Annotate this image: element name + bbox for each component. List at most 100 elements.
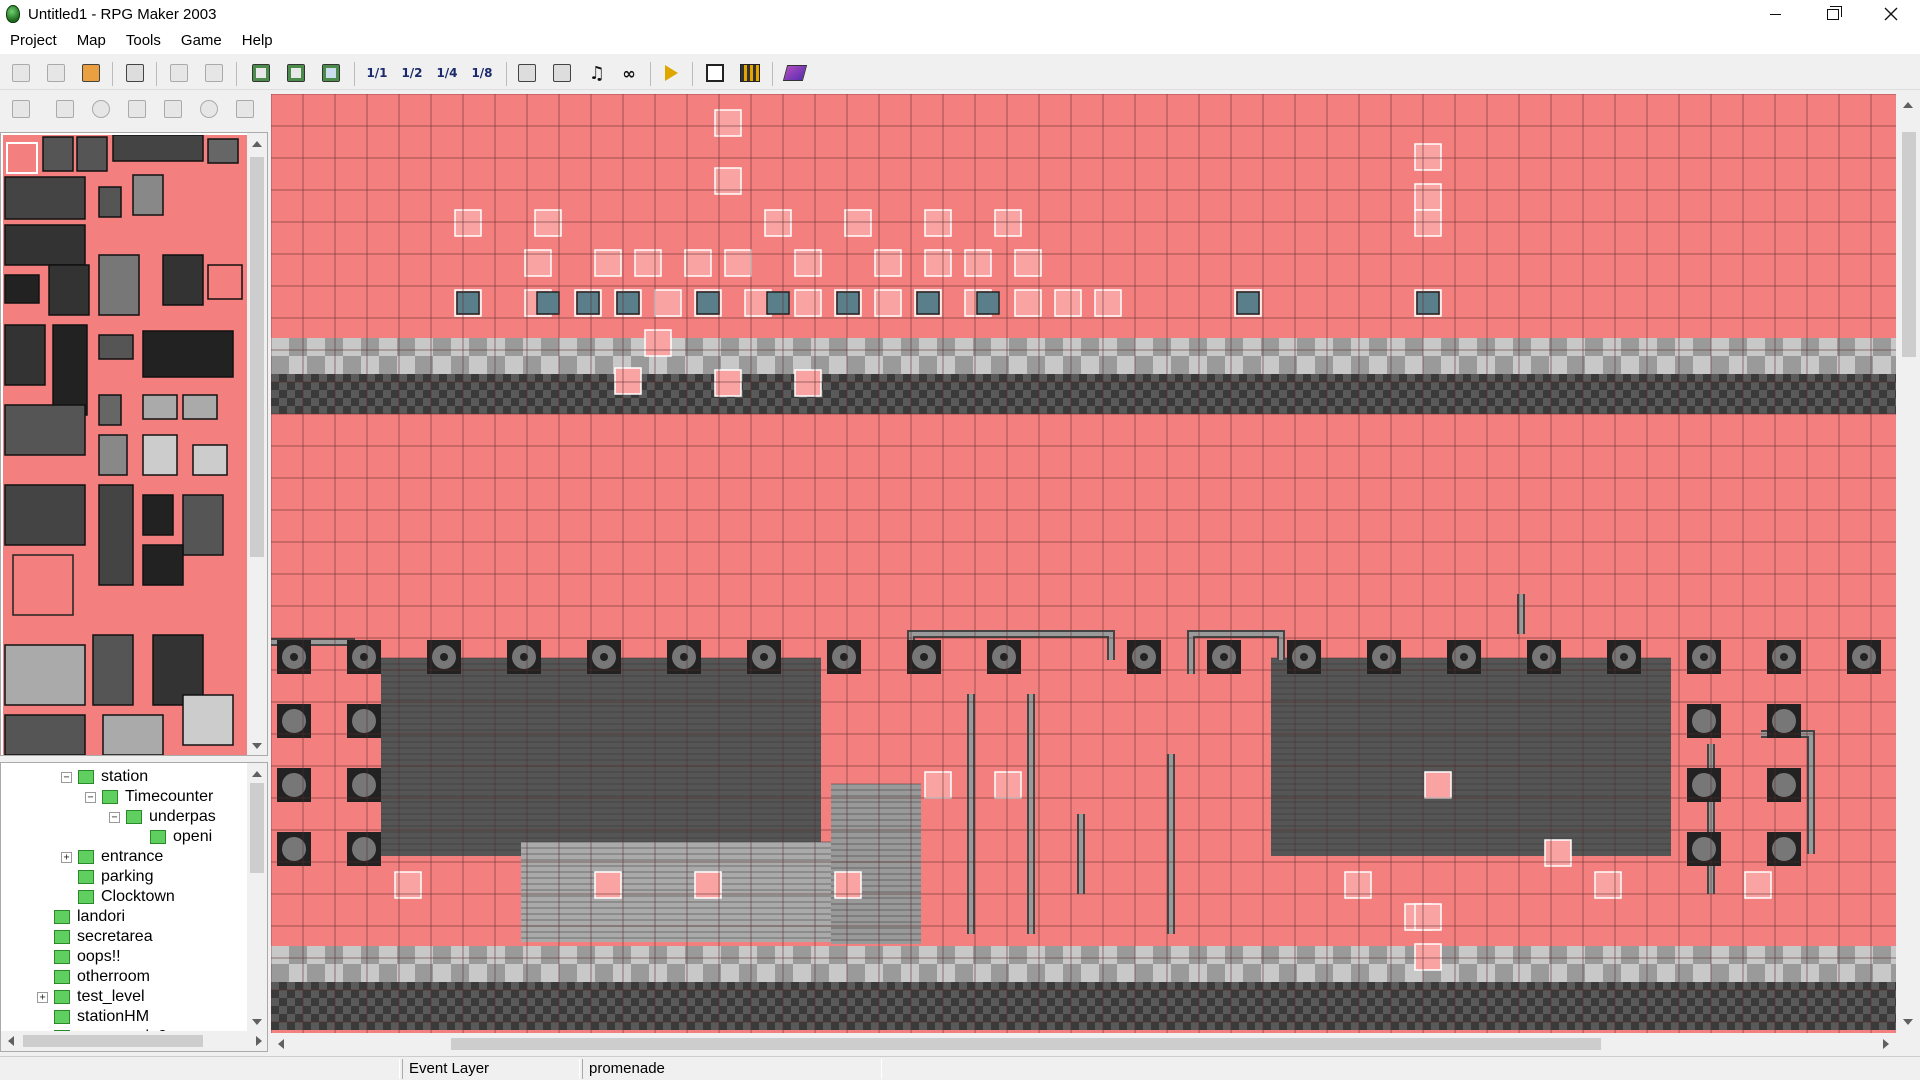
- scroll-left-arrow-icon[interactable]: [278, 1039, 284, 1049]
- menu-help[interactable]: Help: [232, 28, 283, 54]
- database-button[interactable]: [514, 60, 540, 86]
- tree-item-otherroom[interactable]: otherroom: [37, 967, 150, 987]
- tree-item-station[interactable]: − station: [61, 767, 148, 787]
- show-title-button[interactable]: [737, 60, 763, 86]
- search-event-button[interactable]: ∞: [616, 60, 642, 86]
- collapse-icon[interactable]: −: [109, 811, 120, 823]
- pencil-tool-button[interactable]: [124, 96, 150, 122]
- menu-project[interactable]: Project: [0, 28, 67, 54]
- tree-item-timecounter[interactable]: − Timecounter: [85, 787, 213, 807]
- palette-scroll-thumb[interactable]: [250, 157, 264, 557]
- circle-tool-button[interactable]: [196, 96, 222, 122]
- menu-game[interactable]: Game: [171, 28, 232, 54]
- walkway-tile: [887, 998, 895, 1006]
- walkway-tile: [1261, 946, 1279, 964]
- lower-layer-button[interactable]: [248, 60, 274, 86]
- walkway-tile: [1551, 1006, 1559, 1014]
- tree-horizontal-scrollbar[interactable]: [1, 1031, 267, 1051]
- material-button[interactable]: [549, 60, 575, 86]
- walkway-tile: [367, 990, 375, 998]
- select-tool-button[interactable]: [52, 96, 78, 122]
- tree-item-clocktown[interactable]: Clocktown: [61, 887, 175, 907]
- map-tree[interactable]: − station − Timecounter − underpas openi + entra…: [0, 762, 268, 1052]
- scroll-left-arrow-icon[interactable]: [8, 1036, 14, 1046]
- tree-vertical-scrollbar[interactable]: [247, 763, 267, 1033]
- fullscreen-button[interactable]: [702, 60, 728, 86]
- rectangle-tool-button[interactable]: [160, 96, 186, 122]
- map-horizontal-scrollbar[interactable]: [271, 1034, 1896, 1054]
- map-vertical-scrollbar[interactable]: [1898, 94, 1920, 1033]
- zoom-1-4-button[interactable]: 1/4: [434, 60, 460, 86]
- tree-item-test-level[interactable]: + test_level: [37, 987, 145, 1007]
- scroll-down-arrow-icon[interactable]: [1903, 1019, 1913, 1025]
- tree-item-stationhm[interactable]: stationHM: [37, 1007, 149, 1027]
- help-book-button[interactable]: [782, 60, 808, 86]
- tree-item-parking[interactable]: parking: [61, 867, 153, 887]
- upper-layer-button[interactable]: [283, 60, 309, 86]
- open-project-button[interactable]: [43, 60, 69, 86]
- map-hscroll-thumb[interactable]: [451, 1038, 1601, 1050]
- walkway-tile: [559, 390, 567, 398]
- zoom-1-2-button[interactable]: 1/2: [399, 60, 425, 86]
- tree-item-underpas[interactable]: − underpas: [109, 807, 216, 827]
- scroll-down-arrow-icon[interactable]: [252, 1019, 262, 1025]
- undo-button[interactable]: [201, 60, 227, 86]
- tree-item-secretarea[interactable]: secretarea: [37, 927, 153, 947]
- save-button[interactable]: [122, 60, 148, 86]
- tree-hscroll-thumb[interactable]: [23, 1035, 203, 1047]
- palette-scrollbar[interactable]: [247, 133, 267, 755]
- menu-tools[interactable]: Tools: [116, 28, 171, 54]
- zoom-1-8-button[interactable]: 1/8: [469, 60, 495, 86]
- scroll-down-arrow-icon[interactable]: [252, 743, 262, 749]
- walkway-tile: [591, 382, 599, 390]
- walkway-tile: [1279, 998, 1287, 1006]
- tree-item-oops-[interactable]: oops!!: [37, 947, 121, 967]
- walkway-tile: [1007, 390, 1015, 398]
- walkway-tile: [823, 406, 831, 414]
- scroll-right-arrow-icon[interactable]: [1883, 1039, 1889, 1049]
- scroll-up-arrow-icon[interactable]: [252, 141, 262, 147]
- event-layer-button[interactable]: [318, 60, 344, 86]
- music-button[interactable]: ♫: [584, 60, 610, 86]
- new-project-button[interactable]: [8, 60, 34, 86]
- undo-draw-button[interactable]: [8, 96, 34, 122]
- walkway-tile: [1127, 398, 1135, 406]
- tree-item-landori[interactable]: landori: [37, 907, 125, 927]
- walkway-tile: [903, 990, 911, 998]
- restore-button[interactable]: [1804, 0, 1862, 28]
- collapse-icon[interactable]: −: [85, 791, 96, 803]
- fill-tool-button[interactable]: [232, 96, 258, 122]
- collapse-icon[interactable]: −: [61, 771, 72, 783]
- close-button[interactable]: [1862, 0, 1920, 28]
- minimize-button[interactable]: [1746, 0, 1804, 28]
- tree-item-openi[interactable]: openi: [133, 827, 212, 847]
- map-canvas[interactable]: [271, 94, 1896, 1033]
- walkway-tile: [1303, 998, 1311, 1006]
- map-vscroll-thumb[interactable]: [1902, 132, 1916, 357]
- zoom-tool-button[interactable]: [88, 96, 114, 122]
- scroll-up-arrow-icon[interactable]: [1903, 102, 1913, 108]
- walkway-tile: [1215, 1022, 1223, 1030]
- tree-item-entrance[interactable]: + entrance: [61, 847, 163, 867]
- walkway-tile: [1143, 382, 1151, 390]
- zoom-1-1-button[interactable]: 1/1: [364, 60, 390, 86]
- walkway-tile: [1081, 946, 1099, 964]
- playtest-button[interactable]: [658, 60, 684, 86]
- tree-item-label: parking: [101, 868, 154, 885]
- walkway-tile: [1455, 1022, 1463, 1030]
- walkway-tile: [959, 982, 967, 990]
- expand-icon[interactable]: +: [37, 991, 48, 1003]
- menu-map[interactable]: Map: [67, 28, 116, 54]
- walkway-tile: [1495, 990, 1503, 998]
- tileset-grid[interactable]: [3, 135, 247, 755]
- tree-scroll-thumb[interactable]: [250, 783, 264, 873]
- walkway-tile: [783, 1006, 791, 1014]
- expand-icon[interactable]: +: [61, 851, 72, 863]
- cut-button[interactable]: [166, 60, 192, 86]
- close-project-button[interactable]: [78, 60, 104, 86]
- event-marker: [534, 209, 562, 237]
- tileset-palette[interactable]: [0, 132, 268, 756]
- scroll-up-arrow-icon[interactable]: [252, 771, 262, 777]
- walkway-tile: [451, 338, 469, 356]
- scroll-right-arrow-icon[interactable]: [256, 1036, 262, 1046]
